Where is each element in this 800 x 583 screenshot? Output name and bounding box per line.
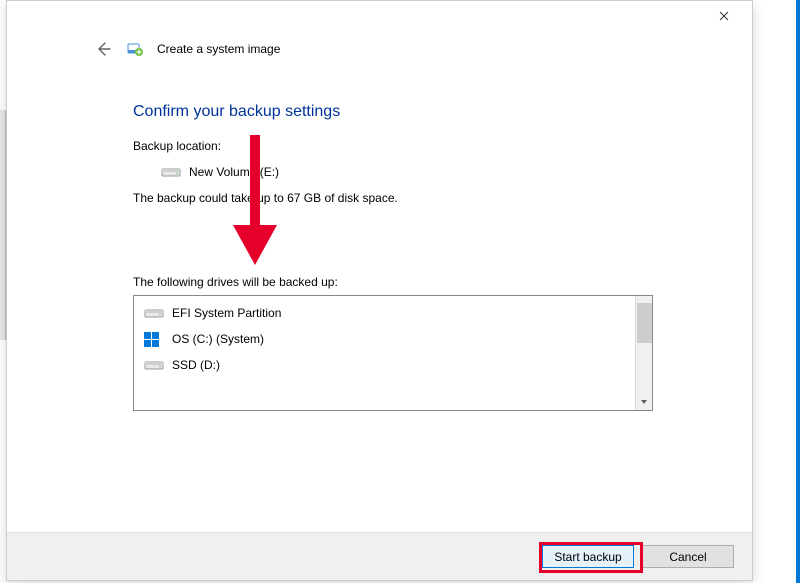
header-row: Create a system image bbox=[7, 31, 752, 65]
list-item-label: SSD (D:) bbox=[172, 358, 220, 372]
list-item-label: EFI System Partition bbox=[172, 306, 281, 320]
backup-location-value: New Volume (E:) bbox=[189, 165, 279, 179]
list-item[interactable]: SSD (D:) bbox=[140, 352, 629, 378]
start-backup-button[interactable]: Start backup bbox=[542, 545, 634, 568]
scrollbar[interactable] bbox=[635, 296, 652, 410]
titlebar bbox=[7, 1, 752, 31]
wizard-window: Create a system image Confirm your backu… bbox=[6, 0, 753, 581]
wizard-title: Create a system image bbox=[157, 42, 280, 56]
drives-label: The following drives will be backed up: bbox=[133, 275, 656, 289]
drive-icon bbox=[144, 306, 162, 320]
drives-list: EFI System Partition OS (C:) (System) bbox=[133, 295, 653, 411]
content-area: Confirm your backup settings Backup loca… bbox=[7, 65, 752, 411]
drives-list-body: EFI System Partition OS (C:) (System) bbox=[134, 296, 635, 410]
drive-icon bbox=[144, 358, 162, 372]
list-item[interactable]: OS (C:) (System) bbox=[140, 326, 629, 352]
scroll-down-icon[interactable] bbox=[636, 393, 653, 410]
background-window-edge bbox=[796, 0, 800, 583]
back-arrow-icon[interactable] bbox=[93, 39, 113, 59]
page-heading: Confirm your backup settings bbox=[133, 103, 656, 121]
wizard-icon bbox=[127, 41, 143, 57]
cancel-button[interactable]: Cancel bbox=[642, 545, 734, 568]
windows-drive-icon bbox=[144, 332, 162, 346]
drive-icon bbox=[161, 165, 179, 179]
scroll-thumb[interactable] bbox=[637, 303, 652, 343]
backup-location-row: New Volume (E:) bbox=[133, 159, 656, 185]
close-icon[interactable] bbox=[704, 2, 744, 30]
size-estimate: The backup could take up to 67 GB of dis… bbox=[133, 191, 656, 205]
backup-location-label: Backup location: bbox=[133, 139, 656, 153]
list-item-label: OS (C:) (System) bbox=[172, 332, 264, 346]
footer: Start backup Cancel bbox=[7, 532, 752, 580]
list-item[interactable]: EFI System Partition bbox=[140, 300, 629, 326]
